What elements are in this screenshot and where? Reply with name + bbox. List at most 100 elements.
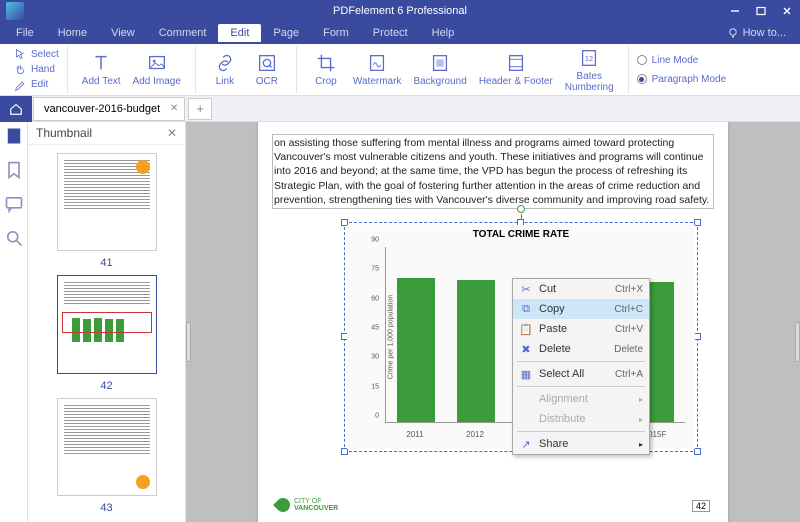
svg-text:12: 12 — [585, 53, 593, 62]
context-alignment: Alignment▸ — [513, 389, 649, 409]
header-footer-icon — [505, 52, 527, 74]
context-copy[interactable]: ⧉CopyCtrl+C — [513, 299, 649, 319]
chart-title: TOTAL CRIME RATE — [347, 225, 695, 244]
close-button[interactable] — [774, 0, 800, 22]
menu-home[interactable]: Home — [46, 24, 99, 42]
page-number: 42 — [692, 500, 710, 512]
lightbulb-icon — [727, 27, 739, 39]
pdf-page[interactable]: on assisting those suffering from mental… — [258, 122, 728, 522]
ocr-icon — [256, 52, 278, 74]
thumbnail-page-42[interactable] — [57, 275, 157, 373]
cursor-icon — [14, 48, 27, 61]
crop-button[interactable]: Crop — [305, 52, 347, 87]
vancouver-logo-icon — [273, 495, 293, 515]
link-icon — [214, 52, 236, 74]
select-tool[interactable]: Select — [14, 47, 59, 62]
background-icon — [429, 52, 451, 74]
chart-bar — [397, 278, 435, 422]
add-tab-button[interactable]: + — [188, 98, 212, 120]
ribbon-toolbar: Select Hand Edit Add Text Add Image Link… — [0, 44, 800, 96]
copy-icon: ⧉ — [519, 302, 533, 316]
thumb-selection-marker — [62, 312, 152, 332]
menu-form[interactable]: Form — [311, 24, 361, 42]
bates-numbering-button[interactable]: 12Bates Numbering — [559, 47, 620, 93]
thumb-badge-icon — [136, 475, 150, 489]
thumbnail-panel: Thumbnail ✕ 41 42 43 — [28, 122, 186, 522]
panel-collapse-handle-right[interactable] — [795, 322, 800, 362]
context-distribute: Distribute▸ — [513, 409, 649, 429]
add-text-button[interactable]: Add Text — [76, 52, 127, 87]
resize-handle[interactable] — [694, 448, 701, 455]
hand-tool[interactable]: Hand — [14, 62, 55, 77]
header-footer-button[interactable]: Header & Footer — [473, 52, 559, 87]
clipboard-icon: 📋 — [519, 322, 533, 336]
resize-handle[interactable] — [694, 333, 701, 340]
thumb-badge-icon — [136, 160, 150, 174]
context-share[interactable]: ↗Share▸ — [513, 434, 649, 454]
thumbnail-title: Thumbnail — [36, 126, 92, 140]
context-delete[interactable]: ✖DeleteDelete — [513, 339, 649, 359]
add-image-button[interactable]: Add Image — [127, 52, 187, 87]
line-mode-radio[interactable]: Line Mode — [637, 53, 699, 68]
panel-collapse-handle-left[interactable] — [186, 322, 191, 362]
pencil-icon — [14, 78, 27, 91]
chart-bar — [457, 280, 495, 422]
image-icon — [146, 52, 168, 74]
tab-close-icon[interactable]: ✕ — [170, 103, 178, 114]
context-select-all[interactable]: ▦Select AllCtrl+A — [513, 364, 649, 384]
resize-handle[interactable] — [341, 448, 348, 455]
menu-bar: File Home View Comment Edit Page Form Pr… — [0, 22, 800, 44]
text-icon — [90, 52, 112, 74]
how-to-link[interactable]: How to... — [727, 27, 786, 39]
thumbnails-rail-button[interactable] — [4, 126, 24, 146]
bookmarks-rail-button[interactable] — [4, 160, 24, 180]
context-menu: ✂CutCtrl+X ⧉CopyCtrl+C 📋PasteCtrl+V ✖Del… — [512, 278, 650, 455]
watermark-button[interactable]: Watermark — [347, 52, 408, 87]
body-paragraph[interactable]: on assisting those suffering from mental… — [272, 134, 714, 209]
minimize-button[interactable] — [722, 0, 748, 22]
chart-yaxis: 0 15 30 45 60 75 90 — [361, 247, 381, 423]
menu-page[interactable]: Page — [261, 24, 311, 42]
bates-icon: 12 — [578, 47, 600, 69]
home-tab[interactable] — [0, 96, 32, 122]
ocr-button[interactable]: OCR — [246, 52, 288, 87]
rotate-handle[interactable] — [517, 205, 525, 213]
paragraph-mode-radio[interactable]: Paragraph Mode — [637, 72, 727, 87]
hand-icon — [14, 63, 27, 76]
thumbnail-page-41[interactable] — [57, 153, 157, 251]
title-bar: PDFelement 6 Professional — [0, 0, 800, 22]
app-title: PDFelement 6 Professional — [333, 5, 467, 17]
left-rail — [0, 122, 28, 522]
resize-handle[interactable] — [694, 219, 701, 226]
thumbnail-page-43[interactable] — [57, 398, 157, 496]
search-rail-button[interactable] — [4, 228, 24, 248]
menu-file[interactable]: File — [4, 24, 46, 42]
share-icon: ↗ — [519, 437, 533, 451]
document-tab[interactable]: vancouver-2016-budget✕ — [33, 97, 185, 121]
thumbnail-close-icon[interactable]: ✕ — [167, 126, 177, 140]
watermark-icon — [366, 52, 388, 74]
menu-view[interactable]: View — [99, 24, 147, 42]
menu-edit[interactable]: Edit — [218, 24, 261, 42]
select-all-icon: ▦ — [519, 367, 533, 381]
document-tab-strip: vancouver-2016-budget✕ + — [0, 96, 800, 122]
maximize-button[interactable] — [748, 0, 774, 22]
edit-tool[interactable]: Edit — [14, 77, 48, 92]
menu-help[interactable]: Help — [420, 24, 467, 42]
thumbnail-label: 42 — [100, 380, 112, 392]
home-icon — [9, 102, 23, 116]
chart-xtick: 2012 — [456, 430, 494, 439]
menu-comment[interactable]: Comment — [147, 24, 219, 42]
footer-brand: CITY OFVANCOUVER — [276, 498, 338, 512]
context-paste[interactable]: 📋PasteCtrl+V — [513, 319, 649, 339]
chart-xtick: 2011 — [396, 430, 434, 439]
menu-protect[interactable]: Protect — [361, 24, 420, 42]
context-cut[interactable]: ✂CutCtrl+X — [513, 279, 649, 299]
thumbnail-label: 41 — [100, 257, 112, 269]
background-button[interactable]: Background — [407, 52, 472, 87]
link-button[interactable]: Link — [204, 52, 246, 87]
annotations-rail-button[interactable] — [4, 194, 24, 214]
crop-icon — [315, 52, 337, 74]
document-canvas[interactable]: on assisting those suffering from mental… — [186, 122, 800, 522]
thumbnail-label: 43 — [100, 502, 112, 514]
